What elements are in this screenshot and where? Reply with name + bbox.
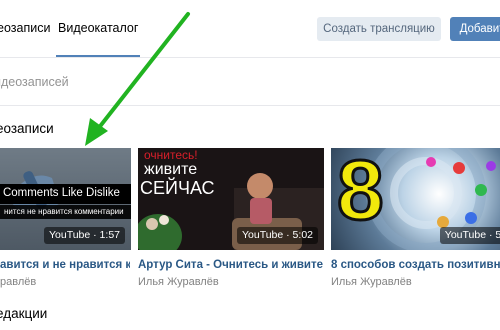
video-title[interactable]: Артур Сита - Очнитесь и живите сейч... xyxy=(138,259,326,271)
duration-badge: YouTube · 1:57 xyxy=(43,227,125,244)
thumbnail-line-3: СЕЙЧАС xyxy=(140,178,215,198)
thumbnail-line-1: очнитесь! xyxy=(144,148,198,162)
video-title[interactable]: 8 способов создать позитивное и п xyxy=(331,259,500,271)
search-input[interactable] xyxy=(0,70,494,94)
duration-badge: YouTube · 5:3 xyxy=(439,227,500,244)
thumbnail-caption: s Comments Like Dislike xyxy=(0,187,120,199)
section-title-editors: едакции xyxy=(0,306,48,321)
active-tab-underline xyxy=(56,55,140,57)
add-video-button[interactable]: Добавить xyxy=(450,17,500,41)
video-author[interactable]: Илья Журавлёв xyxy=(138,276,219,288)
video-thumbnail[interactable]: s Comments Like Dislike нится не нравитс… xyxy=(0,148,131,250)
tab-video-catalog[interactable]: Видеокаталог xyxy=(58,21,138,35)
duration-badge: YouTube · 5:02 xyxy=(236,227,318,244)
section-title-videos: еозаписи xyxy=(0,121,54,136)
create-stream-button[interactable]: Создать трансляцию xyxy=(317,17,441,41)
thumbnail-line-2: живите xyxy=(144,161,198,178)
tab-my-videos[interactable]: еозаписи xyxy=(0,21,50,35)
video-page: еозаписи Видеокаталог Создать трансляцию… xyxy=(0,0,500,330)
video-thumbnail[interactable]: 8 YouTube · 5:3 xyxy=(331,148,500,250)
thumbnail-subcaption: нится не нравится комментарии xyxy=(4,207,124,216)
tabs-bar: еозаписи Видеокаталог Создать трансляцию… xyxy=(0,0,500,58)
search-bar xyxy=(0,58,500,106)
video-thumbnail[interactable]: очнитесь! живите СЕЙЧАС YouTube · 5:02 xyxy=(138,148,324,250)
video-author[interactable]: Илья Журавлёв xyxy=(331,276,412,288)
video-author[interactable]: равлёв xyxy=(0,276,36,288)
thumbnail-number: 8 xyxy=(336,148,386,239)
video-title[interactable]: авится и не нравится комм... xyxy=(0,259,130,271)
